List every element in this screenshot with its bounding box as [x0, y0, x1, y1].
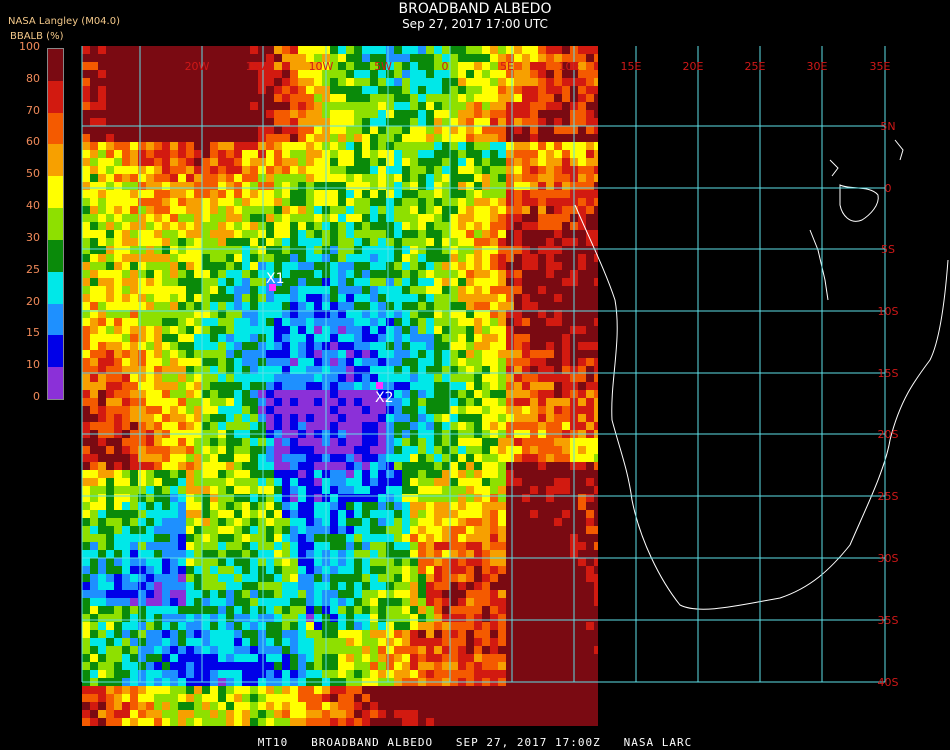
lat-label: 5S	[881, 243, 895, 256]
lat-label: 10S	[878, 305, 899, 318]
lat-label: 40S	[878, 676, 899, 689]
lon-label: 20E	[683, 60, 704, 73]
lon-label: 30E	[807, 60, 828, 73]
marker-point	[376, 382, 383, 389]
lon-label: 15W	[246, 60, 271, 73]
marker-label: X2	[375, 390, 394, 406]
lat-label: 30S	[878, 552, 899, 565]
lon-label: 5E	[500, 60, 514, 73]
lon-label: 10E	[559, 60, 580, 73]
lon-label: 15E	[621, 60, 642, 73]
lat-label: 20S	[878, 428, 899, 441]
lat-label: 25S	[878, 490, 899, 503]
albedo-map: 20W 15W 10W 5W 0 5E 10E 15E 20E 25E 30E 35E 5N 0 5S 10…	[81, 46, 950, 736]
lat-label: 0	[885, 182, 892, 195]
lon-label: 20W	[185, 60, 210, 73]
lon-label: 5W	[374, 60, 392, 73]
lat-label: 15S	[878, 367, 899, 380]
footer-caption: MT10 BROADBAND ALBEDO SEP 27, 2017 17:00…	[257, 736, 693, 749]
lat-label: 35S	[878, 614, 899, 627]
albedo-data-field	[82, 46, 598, 726]
lon-label: 35E	[870, 60, 891, 73]
lat-label: 5N	[880, 120, 895, 133]
marker-label: X1	[266, 271, 285, 287]
lon-label: 0	[442, 60, 449, 73]
lon-label: 10W	[309, 60, 334, 73]
lon-label: 25E	[745, 60, 766, 73]
